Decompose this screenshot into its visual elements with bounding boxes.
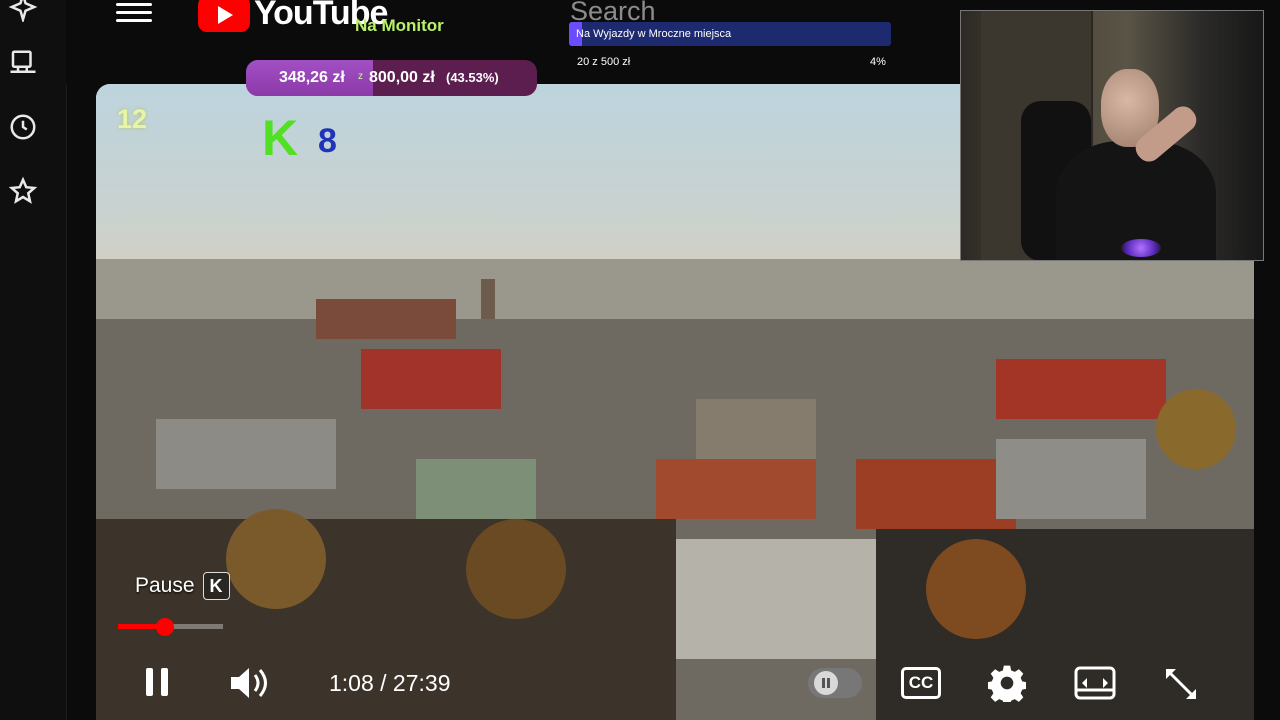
- channel-number: 8: [318, 122, 337, 160]
- autoplay-toggle[interactable]: [808, 668, 862, 698]
- expand-icon: [1166, 669, 1196, 699]
- goal-title: Na Wyjazdy w Mroczne miejsca: [576, 28, 732, 40]
- time-display: 1:08 / 27:39: [329, 670, 451, 696]
- subtitles-button[interactable]: CC: [900, 664, 942, 702]
- city-skyline-image: [96, 259, 1254, 720]
- channel-logo: K: [262, 110, 299, 166]
- donation-target: 800,00 zł: [369, 69, 435, 86]
- theater-mode-icon: [1074, 666, 1116, 700]
- seek-bar[interactable]: [118, 618, 223, 636]
- autoplay-pause-icon: [822, 678, 830, 688]
- gear-icon: [988, 665, 1026, 702]
- menu-icon[interactable]: [116, 0, 152, 30]
- volume-icon: [231, 668, 267, 698]
- pause-icon: [146, 668, 168, 696]
- age-rating-badge: 12: [117, 104, 148, 134]
- brand-subtitle: Na Monitor: [355, 16, 444, 35]
- goal-amount: 20 z 500 zł: [577, 56, 631, 68]
- cc-icon: CC: [901, 667, 941, 699]
- donation-progress-bar: 348,26 zł z 800,00 zł (43.53%): [246, 60, 537, 96]
- history-icon[interactable]: [6, 110, 40, 144]
- youtube-play-icon: [198, 0, 250, 32]
- theater-mode-button[interactable]: [1073, 664, 1117, 702]
- donation-current: 348,26 zł: [279, 69, 345, 86]
- settings-button[interactable]: [986, 662, 1028, 704]
- goal-progress-bar: Na Wyjazdy w Mroczne miejsca: [569, 22, 891, 46]
- donation-percent: (43.53%): [446, 70, 499, 85]
- star-icon[interactable]: [6, 174, 40, 208]
- donation-separator: z: [358, 71, 363, 82]
- fullscreen-button[interactable]: [1160, 664, 1202, 704]
- autoplay-knob: [814, 671, 838, 695]
- pause-button[interactable]: [140, 664, 174, 700]
- sparkle-icon[interactable]: [6, 0, 40, 24]
- volume-button[interactable]: [228, 664, 272, 702]
- computer-icon[interactable]: [6, 46, 40, 80]
- left-sidebar: [0, 0, 67, 720]
- webcam-overlay: [960, 10, 1264, 261]
- pause-tooltip: Pause K: [135, 572, 230, 600]
- keyboard-shortcut-badge: K: [202, 572, 230, 600]
- goal-percent: 4%: [870, 56, 886, 68]
- tooltip-text: Pause: [135, 574, 195, 597]
